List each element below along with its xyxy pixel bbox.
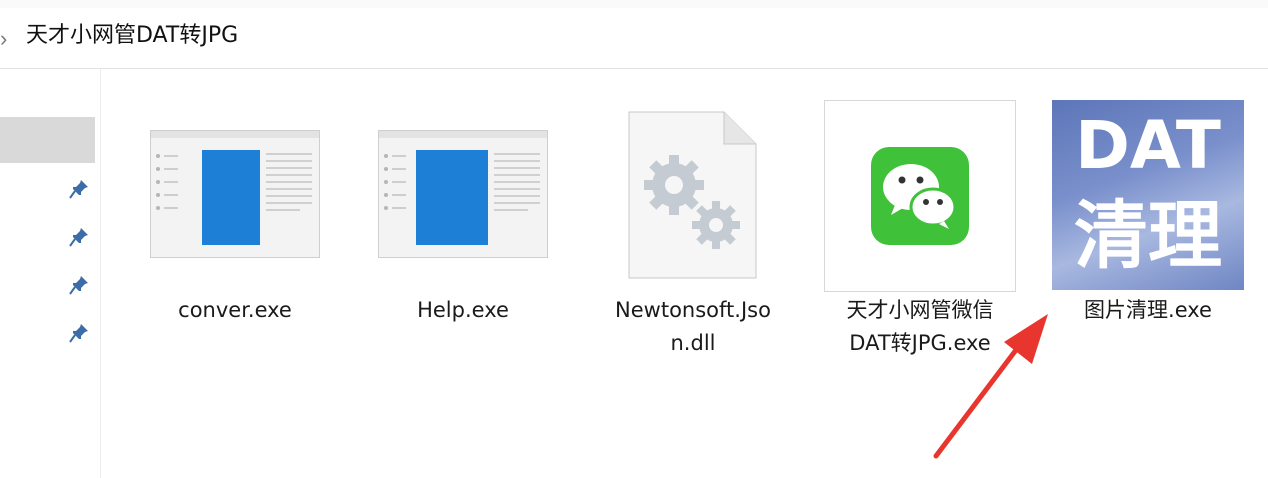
red-arrow-annotation [933, 314, 1048, 459]
app-window-icon [150, 130, 320, 258]
pin-icon[interactable] [68, 322, 90, 344]
breadcrumb-chevron-icon[interactable]: › [0, 28, 7, 50]
app-window-icon [378, 130, 548, 258]
pin-icon[interactable] [68, 274, 90, 296]
nav-selected-item[interactable] [0, 117, 95, 163]
file-name: 图片清理.exe [1084, 298, 1212, 322]
clean-icon-text: 清理 [1074, 193, 1222, 279]
breadcrumb-current-folder[interactable]: 天才小网管DAT转JPG [26, 22, 238, 50]
gear-file-icon [628, 111, 757, 279]
dat-icon-text: DAT [1075, 107, 1221, 184]
pin-icon[interactable] [68, 178, 90, 200]
address-bar[interactable]: › 天才小网管DAT转JPG [0, 8, 1268, 69]
pin-icon[interactable] [68, 226, 90, 248]
file-name: conver.exe [178, 298, 292, 322]
file-name-line-1: Newtonsoft.Jso [615, 298, 771, 322]
dat-clean-icon: DAT 清理 [1052, 100, 1244, 290]
file-name: Help.exe [417, 298, 509, 322]
navigation-pane [0, 69, 101, 478]
wechat-icon [871, 147, 969, 245]
file-name-line-2: n.dll [670, 331, 716, 355]
